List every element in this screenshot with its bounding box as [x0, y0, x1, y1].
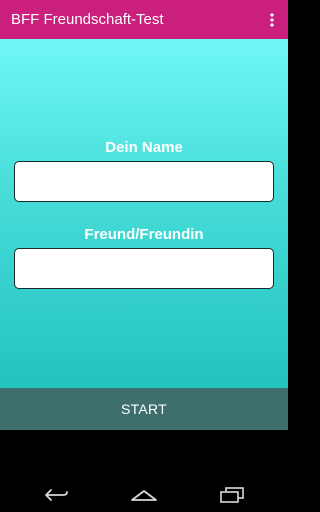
home-icon[interactable] — [124, 481, 164, 509]
name-input[interactable] — [14, 161, 274, 202]
name-label: Dein Name — [105, 139, 183, 156]
recents-icon[interactable] — [212, 481, 252, 509]
navigation-bar — [0, 430, 288, 512]
app-bar: BFF Freundschaft-Test — [0, 0, 288, 39]
main-content: Dein Name Freund/Freundin — [0, 39, 288, 388]
app-title: BFF Freundschaft-Test — [11, 11, 164, 28]
friend-label: Freund/Freundin — [84, 226, 204, 243]
friend-input[interactable] — [14, 248, 274, 289]
overflow-menu-icon[interactable] — [264, 8, 280, 32]
back-icon[interactable] — [36, 481, 76, 509]
start-button[interactable]: START — [0, 388, 288, 430]
